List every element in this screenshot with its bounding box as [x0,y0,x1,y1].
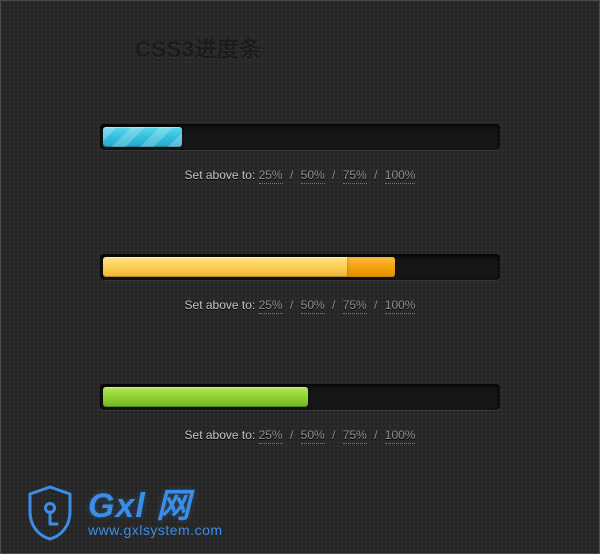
separator: / [332,298,335,312]
progress-track-cyan [100,124,500,150]
progress-controls-green: Set above to: 25% / 50% / 75% / 100% [100,428,500,442]
set-75-link[interactable]: 75% [343,168,367,184]
set-25-link[interactable]: 25% [259,428,283,444]
separator: / [290,168,293,182]
set-50-link[interactable]: 50% [301,428,325,444]
watermark: Gxl 网 www.gxlsystem.com [24,484,223,542]
set-100-link[interactable]: 100% [385,298,416,314]
separator: / [332,168,335,182]
separator: / [374,168,377,182]
set-25-link[interactable]: 25% [259,168,283,184]
progress-fill-cyan [103,127,182,147]
separator: / [290,298,293,312]
separator: / [374,428,377,442]
page-title: CSS3进度条 [135,32,262,64]
controls-label: Set above to: [185,168,256,182]
progress-track-green [100,384,500,410]
shield-icon [24,484,76,542]
progress-fill-green [103,387,308,407]
watermark-text: Gxl 网 www.gxlsystem.com [88,489,223,537]
progress-controls-yellow: Set above to: 25% / 50% / 75% / 100% [100,298,500,312]
controls-label: Set above to: [185,298,256,312]
progress-track-yellow [100,254,500,280]
set-75-link[interactable]: 75% [343,298,367,314]
set-25-link[interactable]: 25% [259,298,283,314]
controls-label: Set above to: [185,428,256,442]
watermark-brand: Gxl 网 [88,489,223,525]
progress-controls-cyan: Set above to: 25% / 50% / 75% / 100% [100,168,500,182]
separator: / [374,298,377,312]
set-75-link[interactable]: 75% [343,428,367,444]
set-50-link[interactable]: 50% [301,168,325,184]
set-100-link[interactable]: 100% [385,168,416,184]
set-100-link[interactable]: 100% [385,428,416,444]
progress-trail-yellow [347,257,395,277]
set-50-link[interactable]: 50% [301,298,325,314]
separator: / [332,428,335,442]
watermark-url: www.gxlsystem.com [88,523,223,538]
progress-fill-yellow [103,257,395,277]
separator: / [290,428,293,442]
